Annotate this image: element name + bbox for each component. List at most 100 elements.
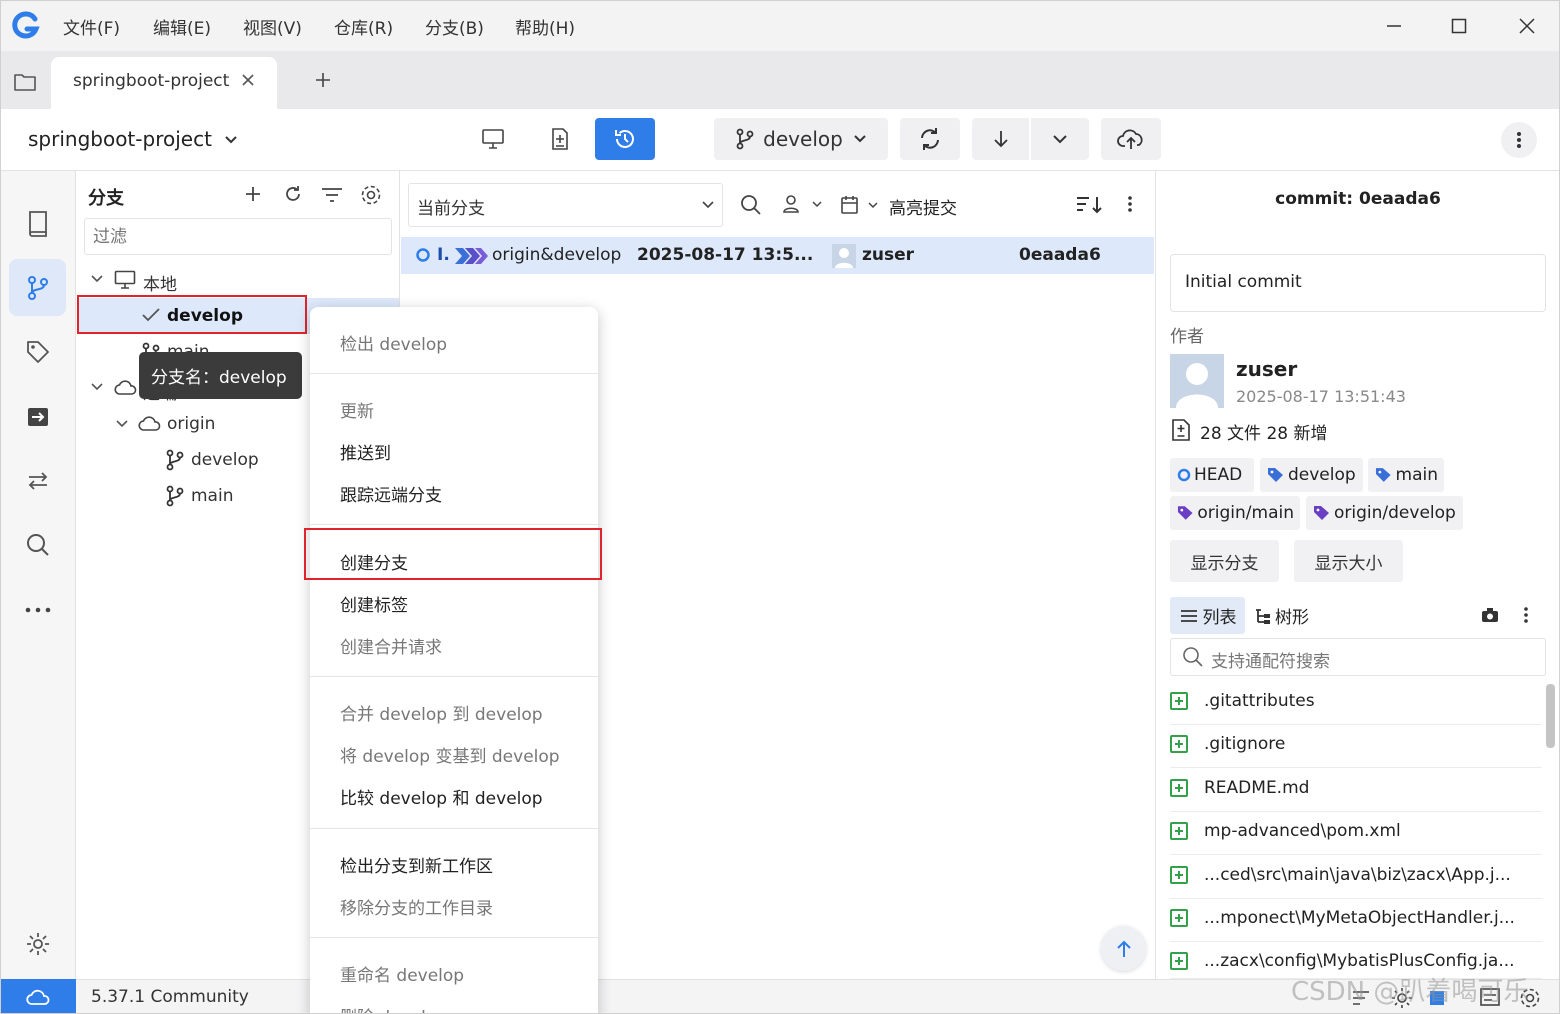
ref-tag-head[interactable]: HEAD <box>1170 458 1254 492</box>
chevron-down-icon[interactable] <box>90 273 104 285</box>
changes-icon[interactable] <box>538 118 582 160</box>
menu-edit[interactable]: 编辑(E) <box>153 14 211 39</box>
show-branches-button[interactable]: 显示分支 <box>1170 540 1279 582</box>
menu-item-rebase[interactable]: 将 develop 变基到 develop <box>340 742 560 767</box>
chevron-down-icon[interactable] <box>90 381 104 393</box>
repository-icon[interactable] <box>9 194 66 251</box>
file-row[interactable]: mp-advanced\pom.xml <box>1170 811 1542 855</box>
menu-repository[interactable]: 仓库(R) <box>334 14 393 39</box>
list-view-label: 列表 <box>1202 608 1237 628</box>
ref-tag-label: main <box>1395 465 1438 485</box>
sort-icon[interactable] <box>1075 195 1103 215</box>
search-icon <box>1182 646 1204 668</box>
tag-icon <box>1375 468 1391 482</box>
branch-selector-button[interactable]: develop <box>714 118 888 160</box>
submodules-swap-icon[interactable] <box>9 452 66 509</box>
menu-item-merge[interactable]: 合并 develop 到 develop <box>340 700 543 725</box>
refresh-icon[interactable] <box>283 184 303 204</box>
local-group-label[interactable]: 本地 <box>143 270 177 295</box>
menu-item-checkout-worktree[interactable]: 检出分支到新工作区 <box>340 852 493 877</box>
scroll-to-top-button[interactable] <box>1101 926 1146 971</box>
highlight-commits-toggle[interactable]: 高亮提交 <box>889 194 957 219</box>
file-row[interactable]: .gitignore <box>1170 724 1542 768</box>
branch-filter-select[interactable]: 当前分支 <box>408 183 723 227</box>
tree-view-tab[interactable]: 树形 <box>1253 597 1309 634</box>
menu-item-delete[interactable]: 删除 develop <box>340 1003 447 1013</box>
show-size-button[interactable]: 显示大小 <box>1294 540 1403 582</box>
search-icon[interactable] <box>9 516 66 573</box>
author-section-label: 作者 <box>1170 327 1204 347</box>
pull-button[interactable] <box>972 118 1029 160</box>
file-row[interactable]: ...mponect\MyMetaObjectHandler.j... <box>1170 898 1542 942</box>
detail-more-icon[interactable] <box>1523 606 1529 624</box>
pull-options-chevron-icon[interactable] <box>1031 118 1089 160</box>
tab-close-icon[interactable] <box>241 73 255 87</box>
ref-tag-origin-develop[interactable]: origin/develop <box>1306 496 1463 530</box>
author-filter-icon[interactable] <box>781 193 825 215</box>
author-name: zuser <box>1236 357 1298 381</box>
menu-view[interactable]: 视图(V) <box>243 14 302 39</box>
ref-tag-develop[interactable]: develop <box>1260 458 1363 492</box>
list-view-tab[interactable]: 列表 <box>1170 597 1245 634</box>
watermark: CSDN @趴着喝可乐 <box>1291 977 1530 1007</box>
menu-item-compare[interactable]: 比较 develop 和 develop <box>340 784 543 809</box>
more-icon[interactable] <box>9 581 66 638</box>
file-row[interactable]: README.md <box>1170 768 1542 812</box>
list-icon <box>1180 609 1197 622</box>
menu-item-update[interactable]: 更新 <box>340 397 374 422</box>
menu-branch[interactable]: 分支(B) <box>425 14 484 39</box>
add-branch-icon[interactable] <box>244 185 262 203</box>
menu-item-rename[interactable]: 重命名 develop <box>340 961 464 986</box>
history-button[interactable] <box>595 118 655 160</box>
menu-file[interactable]: 文件(F) <box>63 14 120 39</box>
file-list-scrollbar[interactable] <box>1546 684 1555 748</box>
menu-item-create-tag[interactable]: 创建标签 <box>340 591 408 616</box>
cloud-status-button[interactable] <box>1 979 76 1013</box>
file-name: README.md <box>1204 778 1310 798</box>
ref-tag-main[interactable]: main <box>1368 458 1444 492</box>
workspace-icon[interactable] <box>471 118 515 160</box>
commit-detail-header: commit: 0eaada6 <box>1275 189 1441 209</box>
branch-icon <box>165 449 185 471</box>
add-tab-icon[interactable] <box>314 71 332 89</box>
menu-item-remove-worktree[interactable]: 移除分支的工作目录 <box>340 894 493 919</box>
minimize-icon[interactable] <box>1379 11 1409 41</box>
file-search-input[interactable]: 支持通配符搜索 <box>1170 638 1546 676</box>
menu-item-track-remote[interactable]: 跟踪远端分支 <box>340 481 442 506</box>
file-name: ...ced\src\main\java\biz\zacx\App.j... <box>1204 865 1511 885</box>
stash-icon[interactable] <box>9 388 66 445</box>
repo-name[interactable]: springboot-project <box>28 127 212 151</box>
sync-button[interactable] <box>900 118 960 160</box>
folder-icon[interactable] <box>13 71 37 93</box>
menu-help[interactable]: 帮助(H) <box>515 14 575 39</box>
file-row[interactable]: ...ced\src\main\java\biz\zacx\App.j... <box>1170 855 1542 899</box>
remote-branch-develop-label[interactable]: develop <box>191 450 259 470</box>
search-icon[interactable] <box>740 194 762 216</box>
branches-icon[interactable] <box>9 259 66 316</box>
maximize-icon[interactable] <box>1444 11 1474 41</box>
commit-date: 2025-08-17 13:5... <box>637 245 814 265</box>
date-filter-icon[interactable] <box>839 194 883 216</box>
tree-icon <box>1256 608 1270 624</box>
chevron-down-icon[interactable] <box>115 418 129 430</box>
remote-branch-main-label[interactable]: main <box>191 486 233 506</box>
remote-origin-label[interactable]: origin <box>167 414 215 434</box>
camera-icon[interactable] <box>1480 606 1500 624</box>
tags-icon[interactable] <box>9 323 66 380</box>
more-options-icon[interactable] <box>1501 122 1537 158</box>
file-added-icon <box>1170 779 1188 797</box>
filter-icon[interactable] <box>321 186 343 204</box>
chevron-down-icon[interactable] <box>223 133 239 147</box>
branch-filter-input[interactable] <box>84 218 392 255</box>
settings-gear-icon[interactable] <box>9 915 66 972</box>
file-row[interactable]: .gitattributes <box>1170 681 1542 725</box>
branch-settings-gear-icon[interactable] <box>360 184 382 206</box>
ref-tag-origin-main[interactable]: origin/main <box>1170 496 1300 530</box>
menu-item-checkout[interactable]: 检出 develop <box>340 330 447 355</box>
menu-item-create-merge-request[interactable]: 创建合并请求 <box>340 633 442 658</box>
commit-list-more-icon[interactable] <box>1127 195 1133 213</box>
file-name: .gitignore <box>1204 734 1286 754</box>
close-window-icon[interactable] <box>1512 11 1542 41</box>
menu-item-push-to[interactable]: 推送到 <box>340 439 391 464</box>
push-button[interactable] <box>1101 118 1161 160</box>
